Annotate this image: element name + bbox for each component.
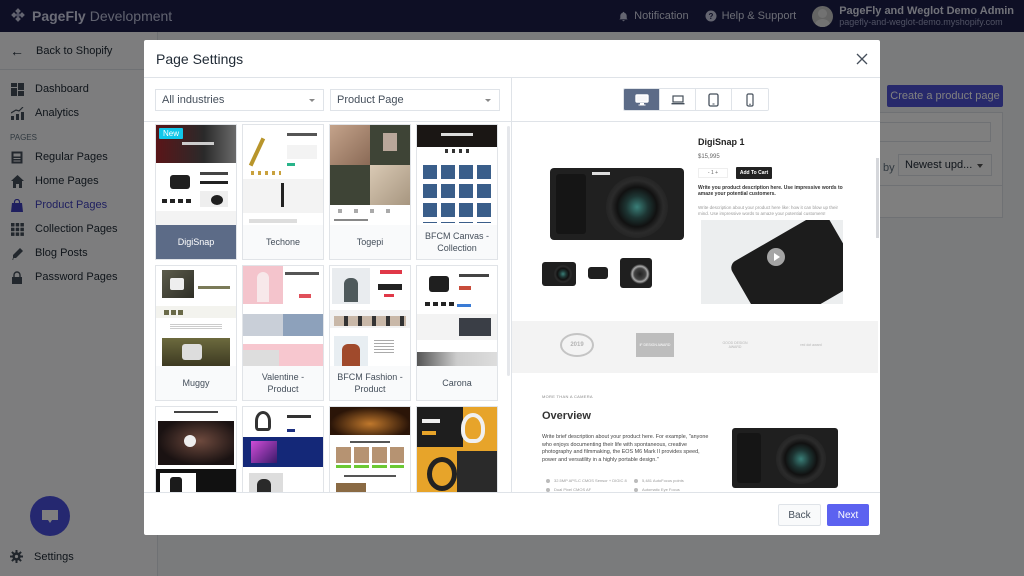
modal-header: Page Settings xyxy=(144,40,880,78)
overview-product-image xyxy=(732,428,838,488)
template-name: Techone xyxy=(243,225,323,259)
template-card[interactable] xyxy=(155,406,237,492)
modal-title: Page Settings xyxy=(156,50,244,67)
industry-select[interactable]: All industries xyxy=(155,88,324,111)
chevron-down-icon xyxy=(309,98,315,102)
template-preview[interactable]: DigiSnap 1 $15,995 - 1 + Add To Cart Wri… xyxy=(512,122,878,492)
desktop-icon xyxy=(634,93,649,105)
product-thumbnail xyxy=(588,267,608,279)
page-type-select-value: Product Page xyxy=(337,93,404,106)
award-logo: iF DESIGN AWARD xyxy=(636,333,674,357)
template-card-togepi[interactable]: Togepi xyxy=(329,124,411,260)
template-card[interactable] xyxy=(329,406,411,492)
preview-scrollbar[interactable] xyxy=(876,158,879,238)
device-toggle-group xyxy=(623,88,769,111)
template-thumbnail xyxy=(156,125,236,225)
template-name: Carona xyxy=(417,366,497,400)
industry-select-value: All industries xyxy=(162,93,225,106)
preview-add-to-cart: Add To Cart xyxy=(736,167,772,179)
preview-price: $15,995 xyxy=(698,154,720,160)
template-thumbnail xyxy=(156,266,236,366)
preview-product-title: DigiSnap 1 xyxy=(698,137,745,147)
preview-kicker: MORE THAN A CAMERA xyxy=(542,394,593,399)
template-name: Muggy xyxy=(156,366,236,400)
device-desktop-button[interactable] xyxy=(624,89,660,110)
template-card-carona[interactable]: Carona xyxy=(416,265,498,401)
template-thumbnail xyxy=(417,125,497,225)
template-thumbnail xyxy=(417,266,497,366)
award-logo: red dot award xyxy=(800,343,822,347)
page-settings-modal: Page Settings All industries Product Pag… xyxy=(144,40,880,535)
template-card-digisnap[interactable]: New DigiSnap xyxy=(155,124,237,260)
tablet-icon xyxy=(708,92,719,107)
award-logo: 2019 xyxy=(560,333,594,357)
preview-overview-title: Overview xyxy=(542,410,591,422)
product-thumbnail xyxy=(542,262,576,286)
template-name: Valentine - Product xyxy=(243,366,323,400)
close-icon[interactable] xyxy=(856,53,868,65)
preview-pane: DigiSnap 1 $15,995 - 1 + Add To Cart Wri… xyxy=(512,78,880,492)
device-laptop-button[interactable] xyxy=(660,89,696,110)
template-card-muggy[interactable]: Muggy xyxy=(155,265,237,401)
template-name: Togepi xyxy=(330,225,410,259)
preview-spec: 32.5MP APS-C CMOS Sensor + DIGIC 8 xyxy=(546,478,627,483)
device-mobile-button[interactable] xyxy=(732,89,768,110)
template-card-bfcm-fashion-product[interactable]: BFCM Fashion - Product xyxy=(329,265,411,401)
template-thumbnail xyxy=(417,407,497,492)
template-card-valentine-product[interactable]: Valentine - Product xyxy=(242,265,324,401)
template-thumbnail xyxy=(243,266,323,366)
device-tablet-button[interactable] xyxy=(696,89,732,110)
mobile-icon xyxy=(746,92,754,107)
modal-footer: Back Next xyxy=(144,492,880,535)
preview-awards-strip: 2019 iF DESIGN AWARD GOOD DESIGN AWARD r… xyxy=(512,321,878,373)
template-card[interactable] xyxy=(416,406,498,492)
template-card-bfcm-canvas-collection[interactable]: BFCM Canvas - Collection xyxy=(416,124,498,260)
template-thumbnail xyxy=(330,266,410,366)
template-list-scrollbar[interactable] xyxy=(507,126,510,376)
template-name: DigiSnap xyxy=(156,225,236,259)
back-button[interactable]: Back xyxy=(778,504,821,526)
preview-video xyxy=(701,220,843,304)
template-name: BFCM Fashion - Product xyxy=(330,366,410,400)
preview-overview-text: Write brief description about your produ… xyxy=(542,434,709,463)
template-card-techone[interactable]: Techone xyxy=(242,124,324,260)
template-list-pane: All industries Product Page New DigiSnap… xyxy=(144,78,512,492)
preview-description-bold: Write you product description here. Use … xyxy=(698,185,843,197)
product-thumbnail xyxy=(620,258,652,288)
preview-description: Write description about your product her… xyxy=(698,205,838,216)
template-thumbnail xyxy=(156,407,236,492)
preview-spec: 5,481 AutoFocus points xyxy=(634,478,684,483)
template-thumbnail xyxy=(330,125,410,225)
template-thumbnail xyxy=(243,407,323,492)
preview-quantity: - 1 + xyxy=(698,168,728,178)
new-badge: New xyxy=(159,128,184,139)
award-logo: GOOD DESIGN AWARD xyxy=(722,341,748,349)
product-image xyxy=(550,168,684,240)
template-name: BFCM Canvas - Collection xyxy=(417,225,497,259)
chevron-down-icon xyxy=(485,98,491,102)
laptop-icon xyxy=(671,94,684,104)
template-thumbnail xyxy=(243,125,323,225)
page-type-select[interactable]: Product Page xyxy=(330,88,500,111)
template-thumbnail xyxy=(330,407,410,492)
next-button[interactable]: Next xyxy=(827,504,869,526)
template-card[interactable] xyxy=(242,406,324,492)
